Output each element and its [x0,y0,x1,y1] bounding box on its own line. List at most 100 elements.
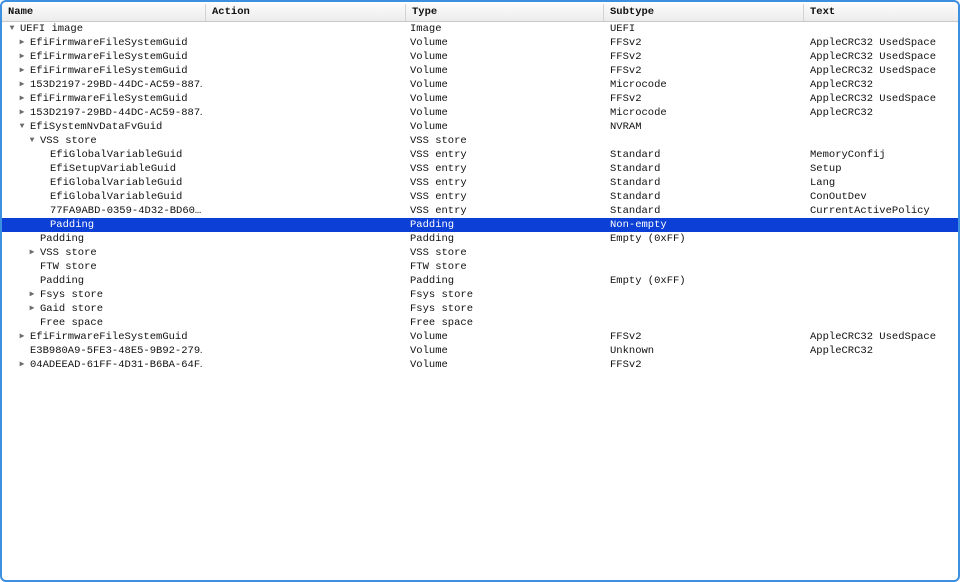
text-cell: AppleCRC32 UsedSpace [810,331,937,343]
row-name: 153D2197-29BD-44DC-AC59-887… [30,79,202,91]
text-cell: AppleCRC32 [810,107,874,119]
tree-row[interactable]: ▶ Gaid store Fsys store [2,302,958,316]
tree-row[interactable]: Padding Padding Empty (0xFF) [2,232,958,246]
disclosure-collapsed-icon[interactable]: ▶ [17,64,27,78]
tree-row[interactable]: E3B980A9-5FE3-48E5-9B92-279… Volume Unknow… [2,344,958,358]
tree-row[interactable]: ▼ EfiSystemNvDataFvGuid Volume NVRAM [2,120,958,134]
text-cell: AppleCRC32 UsedSpace [810,37,937,49]
type-cell: Padding [410,233,455,245]
text-cell [810,232,958,246]
name-cell: EfiGlobalVariableGuid [2,190,202,204]
row-name: Free space [40,317,104,329]
name-cell: EfiGlobalVariableGuid [2,148,202,162]
type-cell: VSS store [410,247,467,259]
name-cell: EfiGlobalVariableGuid [2,176,202,190]
disclosure-collapsed-icon[interactable]: ▶ [27,288,37,302]
tree-row[interactable]: ▶ 153D2197-29BD-44DC-AC59-887… Volume Micro… [2,78,958,92]
action-cell [206,330,404,344]
subtype-cell: FFSv2 [610,51,642,63]
tree-row[interactable]: ▶ 153D2197-29BD-44DC-AC59-887… Volume Micro… [2,106,958,120]
tree-row[interactable]: ▼ UEFI image Image UEFI [2,22,958,36]
row-name: 77FA9ABD-0359-4D32-BD60… [50,205,202,217]
name-cell: ▼ EfiSystemNvDataFvGuid [2,120,202,134]
name-cell: ▶ EfiFirmwareFileSystemGuid [2,92,202,106]
row-name: Gaid store [40,303,104,315]
action-cell [206,204,404,218]
name-cell: Padding [2,218,202,232]
tree-row[interactable]: ▶ EfiFirmwareFileSystemGuid Volume FFSv2 App… [2,64,958,78]
text-cell: AppleCRC32 UsedSpace [810,51,937,63]
name-cell: ▶ 04ADEEAD-61FF-4D31-B6BA-64F… [2,358,202,372]
row-name: EfiFirmwareFileSystemGuid [30,93,188,105]
disclosure-expanded-icon[interactable]: ▼ [17,120,27,134]
name-cell: Padding [2,232,202,246]
tree-row[interactable]: ▶ EfiFirmwareFileSystemGuid Volume FFSv2 App… [2,50,958,64]
subtype-cell [610,260,805,274]
tree-row[interactable]: ▶ EfiFirmwareFileSystemGuid Volume FFSv2 App… [2,92,958,106]
type-cell: Image [410,23,442,35]
disclosure-collapsed-icon[interactable]: ▶ [17,358,27,372]
action-cell [206,106,404,120]
tree-row[interactable]: EfiGlobalVariableGuid VSS entry Standard Co… [2,190,958,204]
disclosure-collapsed-icon[interactable]: ▶ [17,92,27,106]
disclosure-collapsed-icon[interactable]: ▶ [17,78,27,92]
tree-row[interactable]: ▼ VSS store VSS store [2,134,958,148]
subtype-cell: Unknown [610,345,655,357]
action-cell [206,92,404,106]
tree-row[interactable]: ▶ 04ADEEAD-61FF-4D31-B6BA-64F… Volume FFSv2 [2,358,958,372]
row-name: E3B980A9-5FE3-48E5-9B92-279… [30,345,202,357]
tree-row[interactable]: 77FA9ABD-0359-4D32-BD60… VSS entry Standar… [2,204,958,218]
tree-row[interactable]: Free space Free space [2,316,958,330]
text-cell [810,134,958,148]
row-name: 04ADEEAD-61FF-4D31-B6BA-64F… [30,359,202,371]
text-cell: AppleCRC32 [810,79,874,91]
tree-row[interactable]: ▶ EfiFirmwareFileSystemGuid Volume FFSv2 App… [2,330,958,344]
column-header-action[interactable]: Action [206,4,406,21]
column-header-subtype[interactable]: Subtype [604,4,804,21]
row-name: EfiGlobalVariableGuid [50,177,183,189]
text-cell [810,260,958,274]
tree-row[interactable]: ▶ EfiFirmwareFileSystemGuid Volume FFSv2 App… [2,36,958,50]
row-name: UEFI image [20,23,84,35]
action-cell [206,78,404,92]
row-name: EfiFirmwareFileSystemGuid [30,65,188,77]
type-cell: Volume [410,79,448,91]
column-header-text[interactable]: Text [804,4,958,21]
disclosure-expanded-icon[interactable]: ▼ [7,22,17,36]
tree-row[interactable]: Padding Padding Non-empty [2,218,958,232]
row-name: EfiFirmwareFileSystemGuid [30,51,188,63]
action-cell [206,64,404,78]
disclosure-collapsed-icon[interactable]: ▶ [17,50,27,64]
type-cell: Volume [410,121,448,133]
disclosure-collapsed-icon[interactable]: ▶ [17,36,27,50]
row-name: Padding [40,275,85,287]
type-cell: VSS entry [410,149,467,161]
tree-row[interactable]: EfiGlobalVariableGuid VSS entry Standard Me… [2,148,958,162]
disclosure-collapsed-icon[interactable]: ▶ [27,302,37,316]
column-header-name[interactable]: Name [2,4,206,21]
disclosure-collapsed-icon[interactable]: ▶ [17,106,27,120]
tree-row[interactable]: FTW store FTW store [2,260,958,274]
name-cell: 77FA9ABD-0359-4D32-BD60… [2,204,202,218]
subtype-cell: Standard [610,205,661,217]
text-cell [810,218,958,232]
type-cell: Volume [410,51,448,63]
action-cell [206,274,404,288]
column-header-type[interactable]: Type [406,4,604,21]
tree-row[interactable]: ▶ Fsys store Fsys store [2,288,958,302]
type-cell: Volume [410,93,448,105]
disclosure-expanded-icon[interactable]: ▼ [27,134,37,148]
disclosure-collapsed-icon[interactable]: ▶ [17,330,27,344]
action-cell [206,162,404,176]
row-name: VSS store [40,135,97,147]
type-cell: Volume [410,345,448,357]
name-cell: ▶ Fsys store [2,288,202,302]
tree-row[interactable]: ▶ VSS store VSS store [2,246,958,260]
subtype-cell: Empty (0xFF) [610,275,686,287]
tree-row[interactable]: EfiGlobalVariableGuid VSS entry Standard La… [2,176,958,190]
disclosure-collapsed-icon[interactable]: ▶ [27,246,37,260]
tree-row[interactable]: Padding Padding Empty (0xFF) [2,274,958,288]
text-cell [810,22,958,36]
action-cell [206,50,404,64]
tree-row[interactable]: EfiSetupVariableGuid VSS entry Standard Set… [2,162,958,176]
